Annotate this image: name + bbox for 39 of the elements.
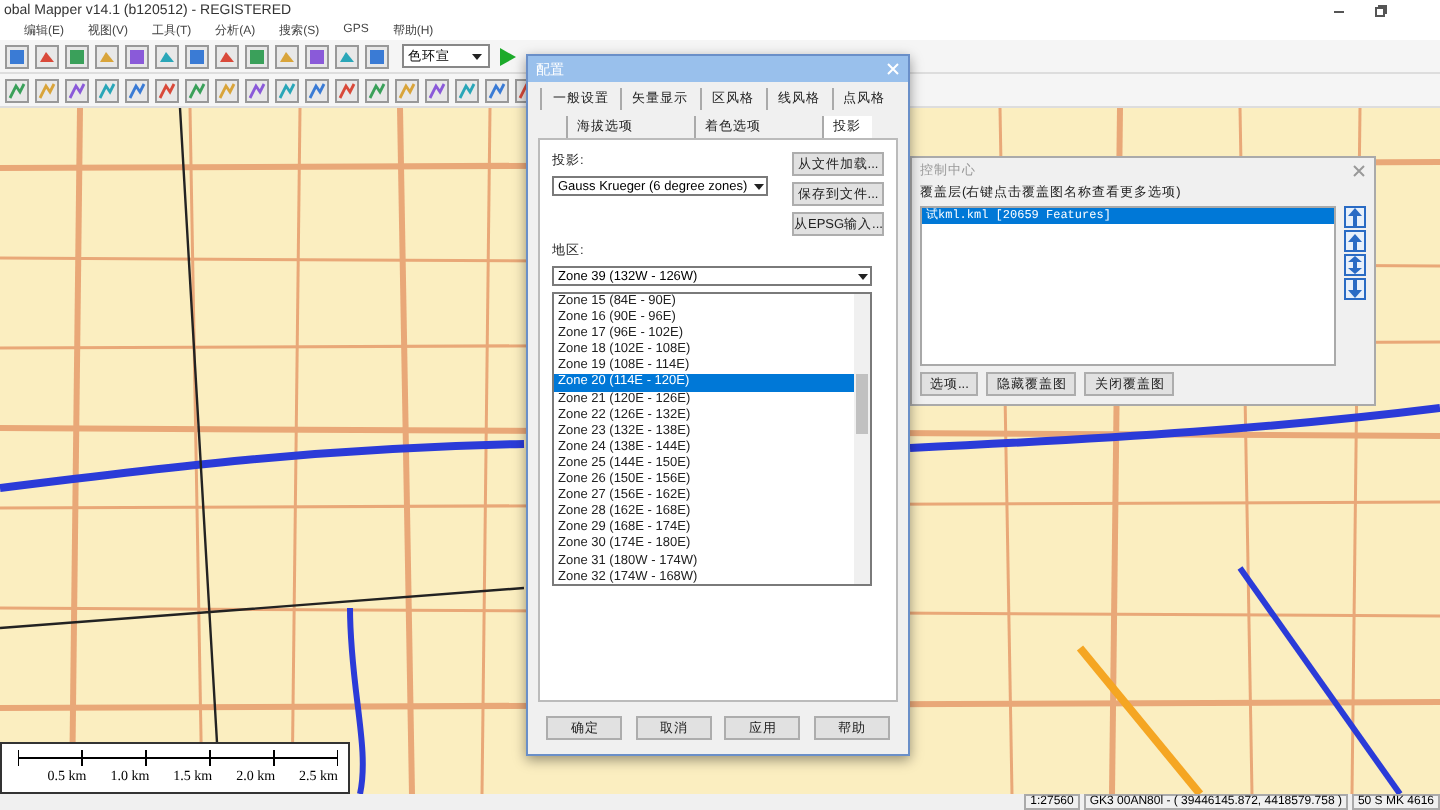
- tool-icon[interactable]: [4, 77, 30, 103]
- tool-icon[interactable]: [304, 43, 330, 69]
- tool-icon[interactable]: [334, 43, 360, 69]
- restore-icon[interactable]: [1374, 3, 1388, 17]
- tool-icon[interactable]: [154, 43, 180, 69]
- tool-icon[interactable]: [454, 77, 480, 103]
- tool-icon[interactable]: [244, 77, 270, 103]
- tool-icon[interactable]: [274, 43, 300, 69]
- arrow-icon[interactable]: [1344, 254, 1366, 276]
- tool-icon[interactable]: [4, 43, 30, 69]
- tool-icon[interactable]: [154, 77, 180, 103]
- tool-icon[interactable]: [394, 77, 420, 103]
- tool-icon[interactable]: [334, 77, 360, 103]
- tool-icon[interactable]: [34, 77, 60, 103]
- tool-icon[interactable]: [364, 43, 390, 69]
- tool-icon[interactable]: [184, 77, 210, 103]
- caret-icon[interactable]: [470, 49, 484, 63]
- arrow-icon[interactable]: [1344, 278, 1366, 300]
- tool-icon[interactable]: [64, 77, 90, 103]
- tool-icon[interactable]: [184, 43, 210, 69]
- caret-icon[interactable]: [856, 269, 870, 283]
- tool-icon[interactable]: [94, 77, 120, 103]
- arrow-icon[interactable]: [1344, 206, 1366, 228]
- tool-icon[interactable]: [484, 77, 510, 103]
- arrow-icon[interactable]: [1344, 230, 1366, 252]
- tool-icon[interactable]: [124, 43, 150, 69]
- tool-icon[interactable]: [214, 77, 240, 103]
- tool-icon[interactable]: [424, 77, 450, 103]
- tool-icon[interactable]: [244, 43, 270, 69]
- tool-icon[interactable]: [214, 43, 240, 69]
- tool-icon[interactable]: [274, 77, 300, 103]
- close-icon[interactable]: [1352, 164, 1366, 178]
- tool-icon[interactable]: [64, 43, 90, 69]
- tool-icon[interactable]: [304, 77, 330, 103]
- tool-icon[interactable]: [124, 77, 150, 103]
- caret-icon[interactable]: [752, 179, 766, 193]
- tool-icon[interactable]: [94, 43, 120, 69]
- tool-icon[interactable]: [34, 43, 60, 69]
- tool-icon[interactable]: [364, 77, 390, 103]
